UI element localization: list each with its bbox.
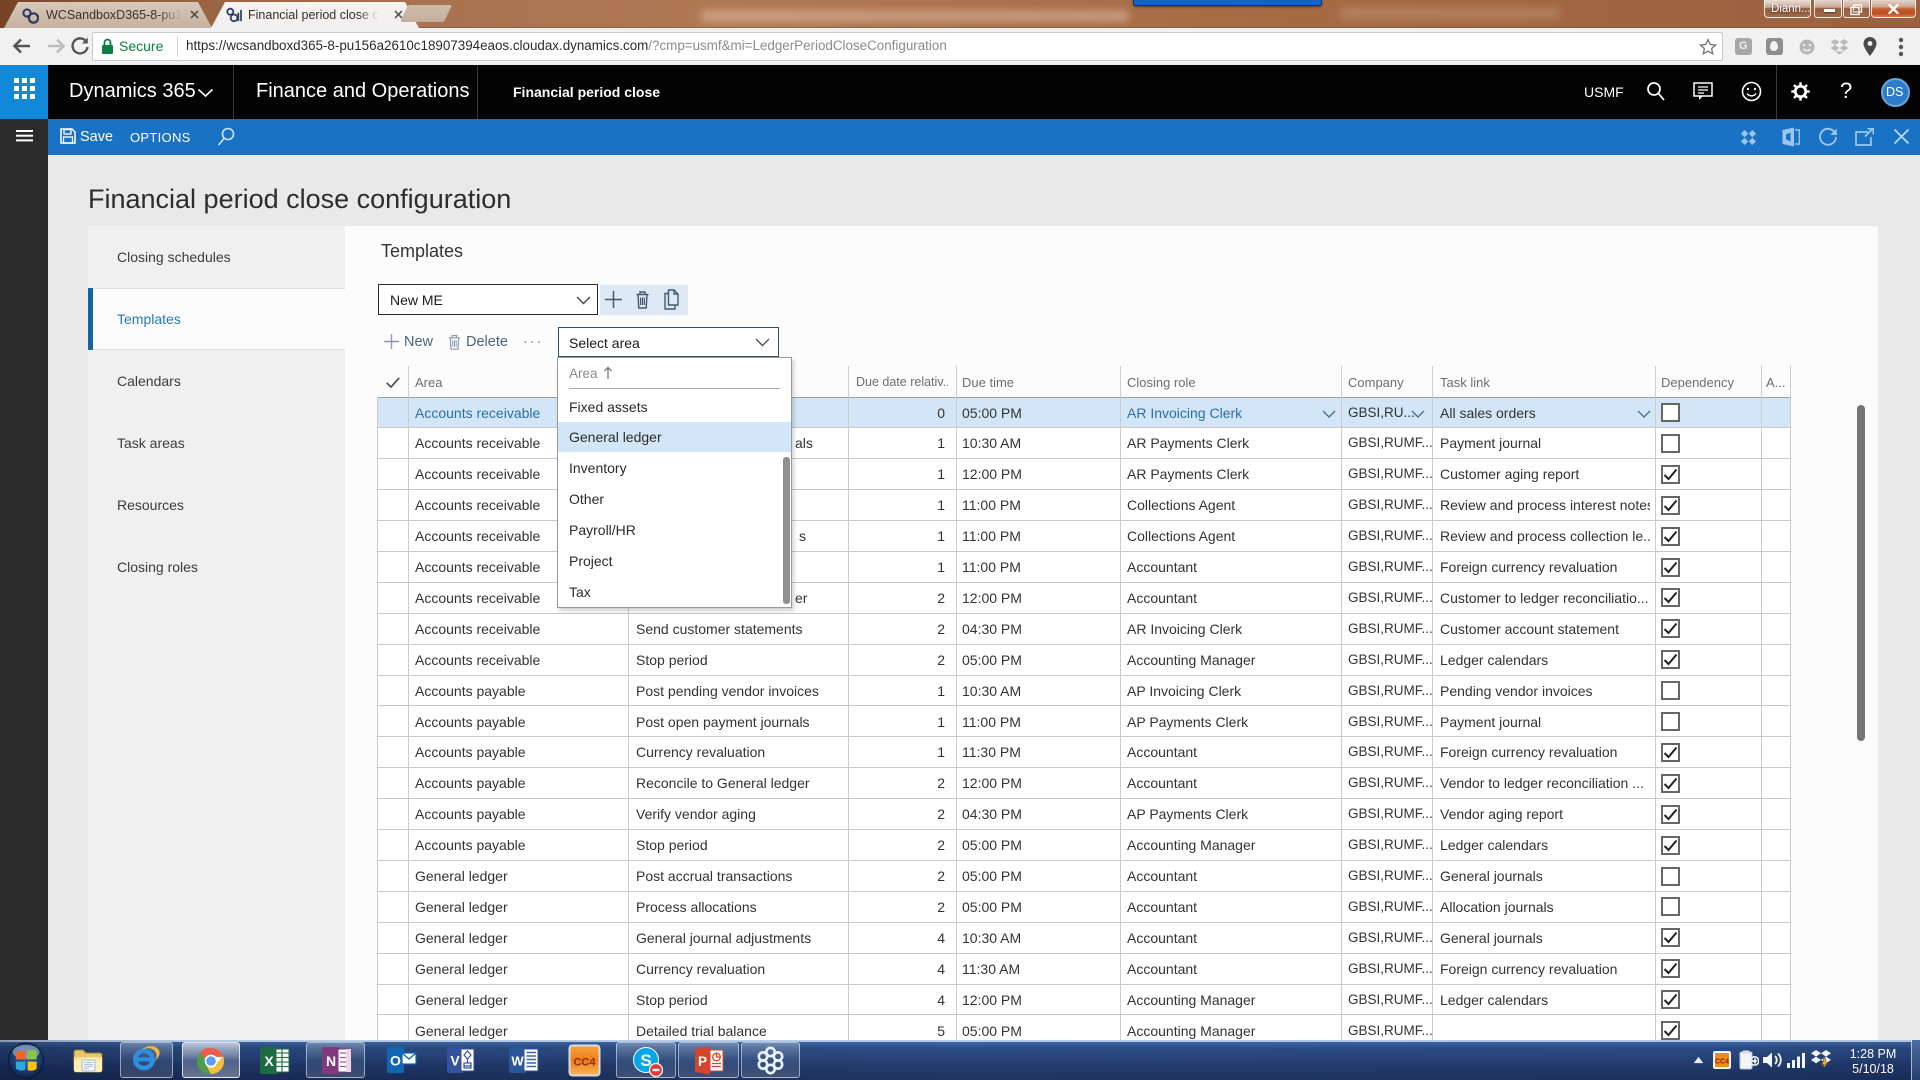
svg-text:W: W: [511, 1054, 524, 1069]
svg-text:O: O: [390, 1053, 401, 1069]
svg-text:N: N: [326, 1053, 336, 1069]
svg-text:V: V: [450, 1053, 460, 1069]
svg-text:P: P: [698, 1054, 707, 1069]
svg-text:X: X: [264, 1053, 274, 1069]
svg-text:CC4: CC4: [573, 1057, 596, 1069]
svg-text:CC4: CC4: [1715, 1059, 1729, 1066]
